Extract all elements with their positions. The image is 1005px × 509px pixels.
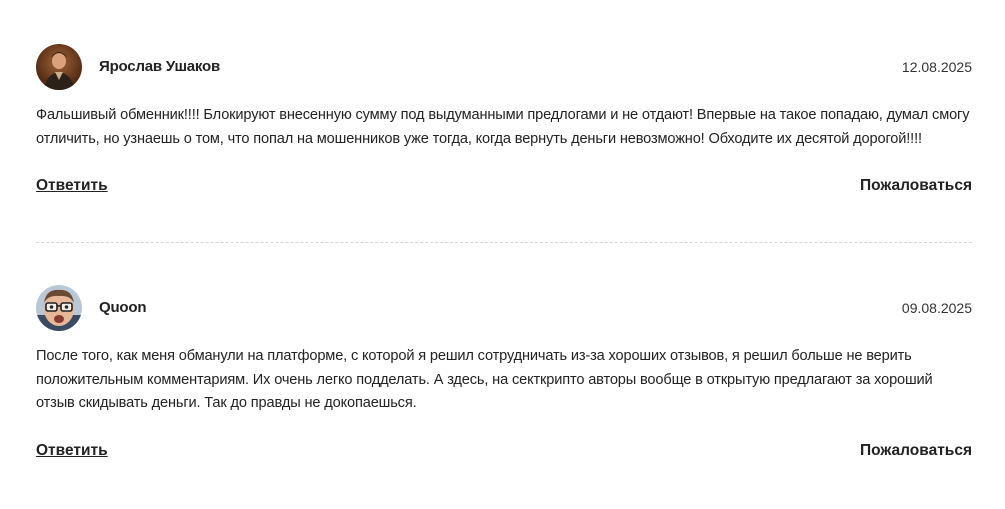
user-avatar (36, 285, 82, 331)
review-header: Quoon 09.08.2025 (36, 285, 972, 331)
review-date: 09.08.2025 (901, 300, 972, 316)
user-photo-avatar-icon (36, 44, 82, 90)
review-actions: Ответить Пожаловаться (36, 177, 972, 201)
user-photo-avatar-icon (36, 285, 82, 331)
user-avatar (36, 44, 82, 90)
review-header: Ярослав Ушаков 12.08.2025 (36, 44, 972, 90)
review-item: Ярослав Ушаков 12.08.2025 Фальшивый обме… (36, 44, 972, 201)
review-date: 12.08.2025 (901, 59, 972, 75)
review-author: Ярослав Ушаков (99, 58, 221, 75)
complain-link[interactable]: Пожаловаться (860, 442, 972, 460)
review-actions: Ответить Пожаловаться (36, 442, 972, 466)
reply-link[interactable]: Ответить (36, 442, 108, 460)
review-text: После того, как меня обманули на платфор… (36, 348, 933, 411)
review-text: Фальшивый обменник!!!! Блокируют внесенн… (36, 107, 970, 147)
reply-link[interactable]: Ответить (36, 177, 108, 195)
complain-link[interactable]: Пожаловаться (860, 177, 972, 195)
review-divider (36, 242, 972, 243)
review-item: Quoon 09.08.2025 После того, как меня об… (36, 285, 972, 466)
reviews-list: Ярослав Ушаков 12.08.2025 Фальшивый обме… (0, 0, 1005, 509)
review-author: Quoon (99, 299, 147, 316)
